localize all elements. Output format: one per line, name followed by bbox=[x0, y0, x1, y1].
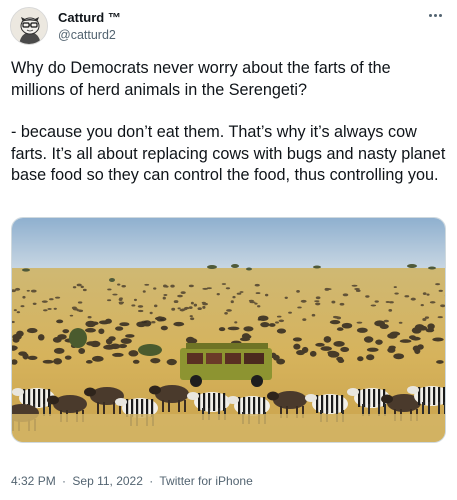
meta-separator: · bbox=[149, 474, 154, 488]
tweet: Catturd ™ @catturd2 Why do Democrats nev… bbox=[0, 0, 457, 500]
tweet-time[interactable]: 4:32 PM bbox=[11, 474, 56, 488]
more-horizontal-icon bbox=[428, 13, 432, 17]
more-options-button[interactable] bbox=[425, 8, 445, 22]
meta-separator: · bbox=[62, 474, 67, 488]
author-avatar[interactable] bbox=[10, 7, 48, 45]
cat-avatar-icon bbox=[11, 8, 47, 44]
author-names: Catturd ™ @catturd2 bbox=[58, 10, 121, 43]
tweet-paragraph: Why do Democrats never worry about the f… bbox=[11, 59, 391, 99]
savanna-photo bbox=[12, 218, 445, 442]
tweet-photo[interactable] bbox=[11, 217, 446, 443]
tweet-source[interactable]: Twitter for iPhone bbox=[159, 474, 252, 488]
tweet-meta: 4:32 PM · Sep 11, 2022 · Twitter for iPh… bbox=[11, 474, 253, 488]
author-handle[interactable]: @catturd2 bbox=[58, 27, 121, 43]
tweet-date[interactable]: Sep 11, 2022 bbox=[72, 474, 143, 488]
author-display-name[interactable]: Catturd ™ bbox=[58, 10, 121, 26]
tweet-text: Why do Democrats never worry about the f… bbox=[11, 58, 449, 187]
tweet-paragraph: - because you don’t eat them. That’s why… bbox=[11, 123, 446, 184]
